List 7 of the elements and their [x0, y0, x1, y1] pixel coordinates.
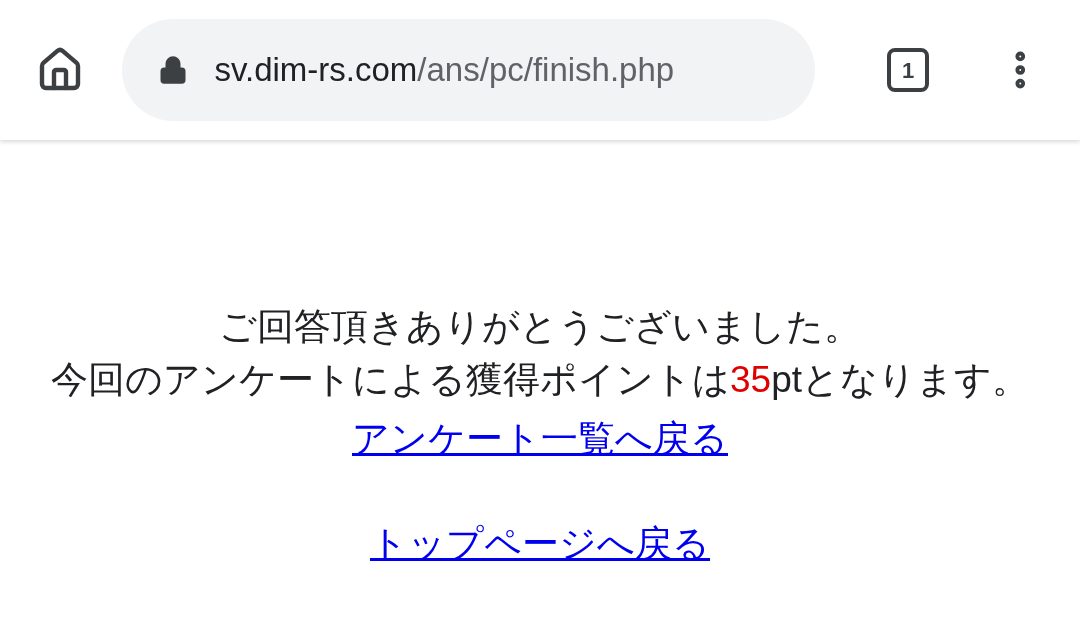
url-text: sv.dim-rs.com/ans/pc/finish.php	[214, 50, 675, 91]
back-link[interactable]: アンケート一覧へ戻る	[352, 412, 728, 465]
address-bar[interactable]: sv.dim-rs.com/ans/pc/finish.php	[122, 19, 815, 121]
thanks-message: ご回答頂きありがとうございました。 今回のアンケートによる獲得ポイントは35ptとなります。	[51, 305, 1029, 402]
back-link[interactable]: トップページへ戻る	[370, 517, 710, 570]
tab-count[interactable]: 1	[886, 48, 930, 92]
lock-icon	[158, 55, 189, 85]
